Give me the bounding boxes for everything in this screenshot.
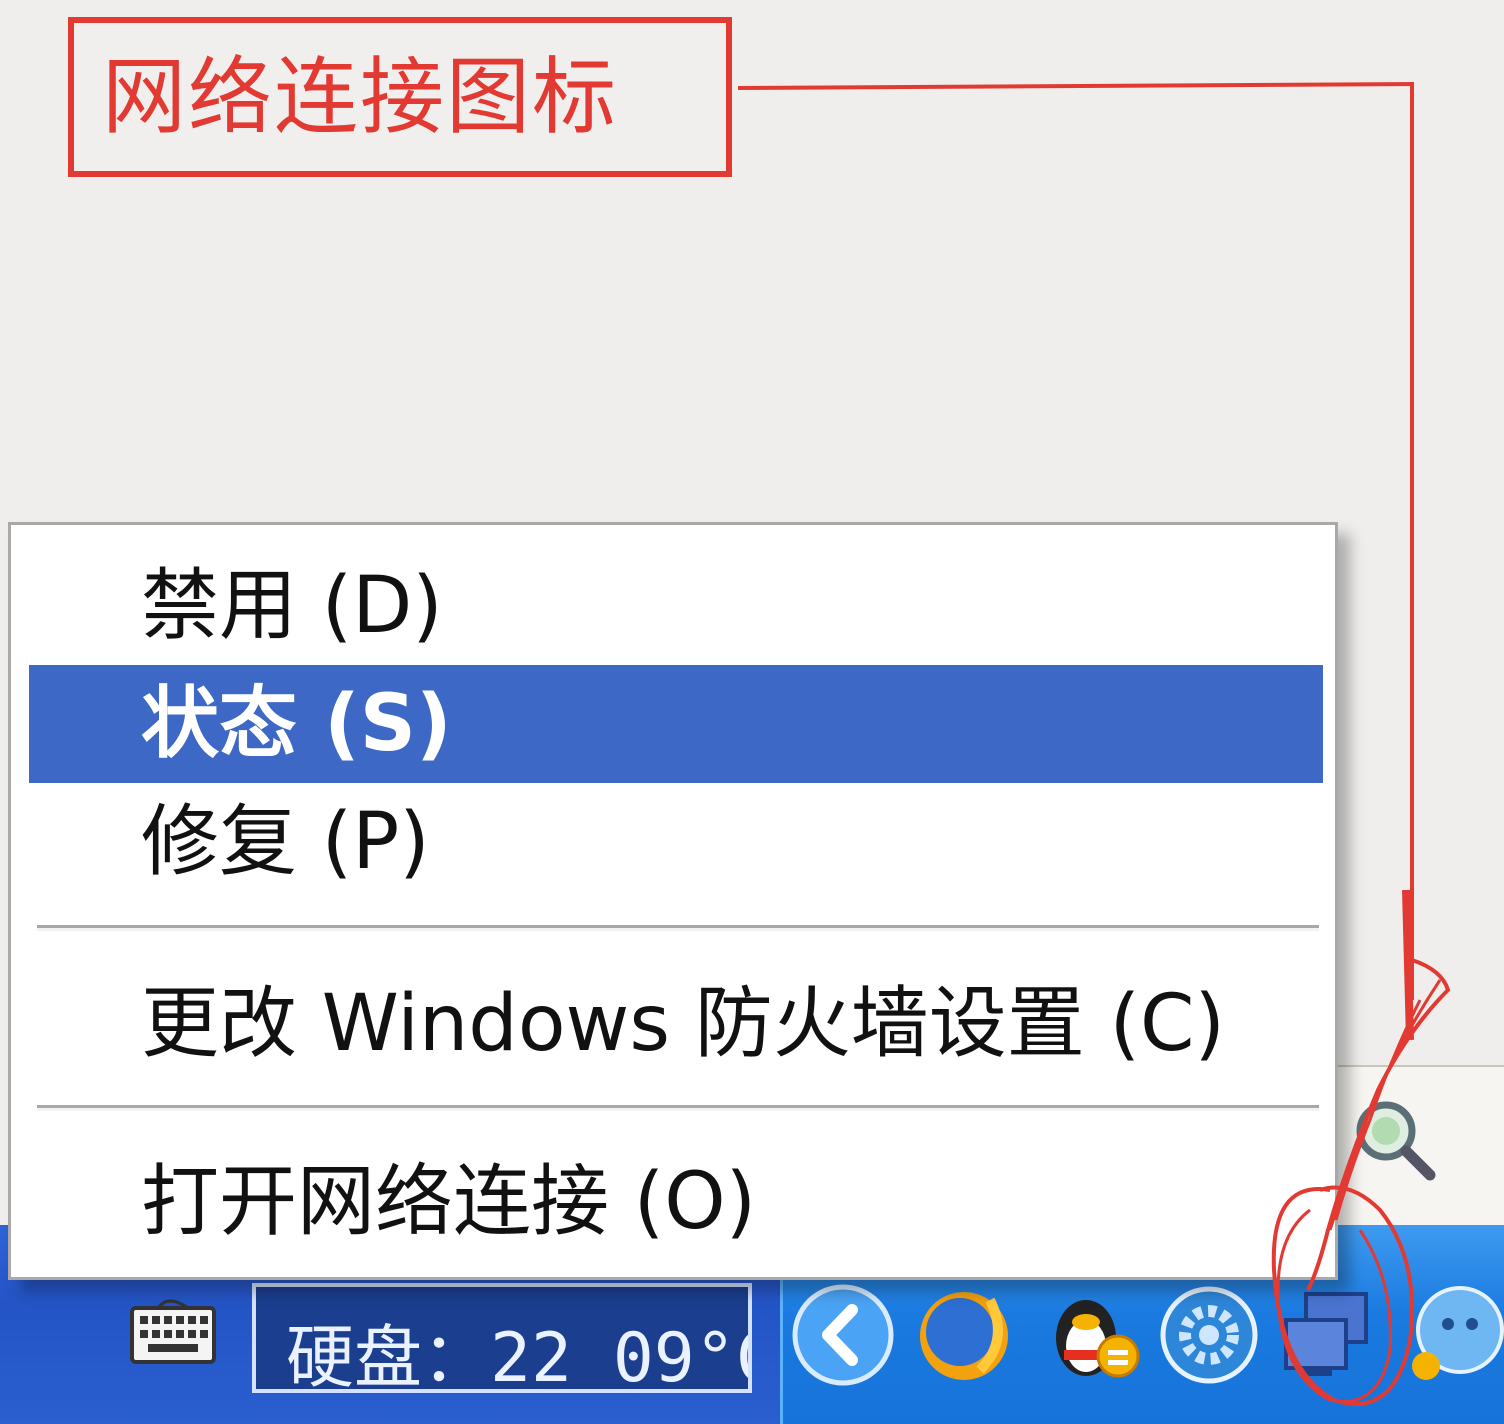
menu-item-status[interactable]: 状态 (S) — [29, 665, 1323, 783]
show-hidden-icons-chevron[interactable] — [788, 1280, 898, 1390]
update-icon[interactable] — [912, 1280, 1022, 1390]
settings-gear-icon[interactable] — [1154, 1280, 1264, 1390]
disk-temperature-widget[interactable]: 硬盘：22 09°C — [252, 1283, 752, 1393]
network-connection-icon[interactable] — [1276, 1280, 1386, 1390]
annotation-callout-box: 网络连接图标 — [68, 17, 732, 177]
keyboard-icon[interactable] — [128, 1290, 218, 1368]
menu-separator — [37, 925, 1319, 931]
network-context-menu: 禁用 (D) 状态 (S) 修复 (P) 更改 Windows 防火墙设置 (C… — [8, 522, 1338, 1280]
qq-penguin-icon[interactable] — [1036, 1280, 1146, 1390]
messenger-icon[interactable] — [1400, 1280, 1504, 1390]
annotation-label: 网络连接图标 — [102, 48, 619, 146]
disk-widget-text: 硬盘：22 09°C — [286, 1319, 752, 1393]
menu-separator — [37, 1105, 1319, 1111]
search-icon[interactable] — [1350, 1095, 1436, 1181]
menu-item-repair[interactable]: 修复 (P) — [29, 783, 1323, 901]
menu-item-disable[interactable]: 禁用 (D) — [29, 547, 1323, 665]
menu-item-change-firewall-settings[interactable]: 更改 Windows 防火墙设置 (C) — [29, 965, 1323, 1083]
menu-item-open-network-connections[interactable]: 打开网络连接 (O) — [29, 1143, 1323, 1261]
